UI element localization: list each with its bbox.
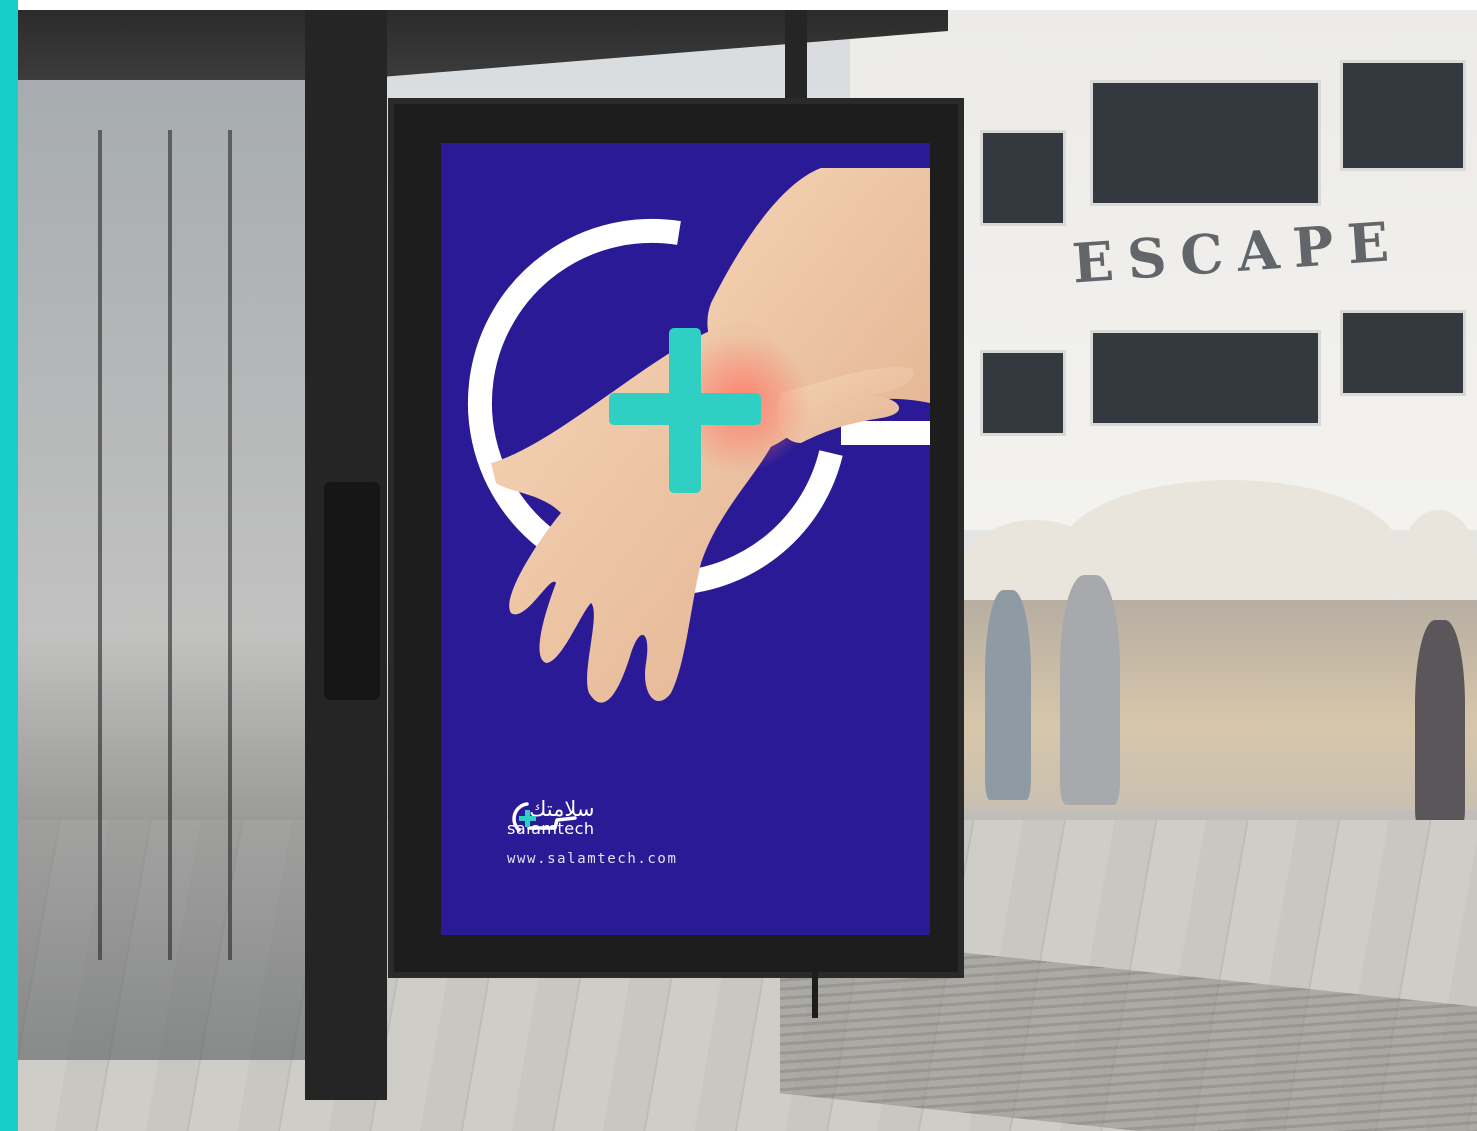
shelter-glass	[18, 10, 318, 1060]
pedestrian	[1415, 620, 1465, 830]
building-window	[1090, 80, 1321, 206]
shelter-post	[785, 10, 807, 100]
bus-stop-scene: ESCAPE سلامتك salamtech www.salamtech.co…	[0, 0, 1477, 1131]
shelter-handle	[324, 482, 380, 700]
plus-in-circle-logo-icon	[512, 802, 577, 832]
plus-horizontal	[609, 393, 761, 425]
building-window	[1090, 330, 1321, 426]
building-window	[980, 350, 1066, 436]
cafe-terrace	[960, 600, 1477, 810]
ring-tail	[841, 421, 930, 445]
glass-divider	[98, 130, 102, 960]
pedestrian	[1060, 575, 1120, 805]
advertising-poster: سلامتك salamtech www.salamtech.com	[441, 143, 930, 935]
website-url: www.salamtech.com	[507, 851, 678, 867]
brand-logo: سلامتك salamtech	[507, 798, 595, 838]
accent-bar	[0, 0, 18, 1131]
glass-divider	[168, 130, 172, 960]
pedestrian	[985, 590, 1031, 800]
billboard-stand	[812, 958, 818, 1018]
building-window	[1340, 310, 1466, 396]
building-window	[980, 130, 1066, 226]
top-border	[18, 0, 1477, 10]
building-window	[1340, 60, 1466, 171]
glass-divider	[228, 130, 232, 960]
